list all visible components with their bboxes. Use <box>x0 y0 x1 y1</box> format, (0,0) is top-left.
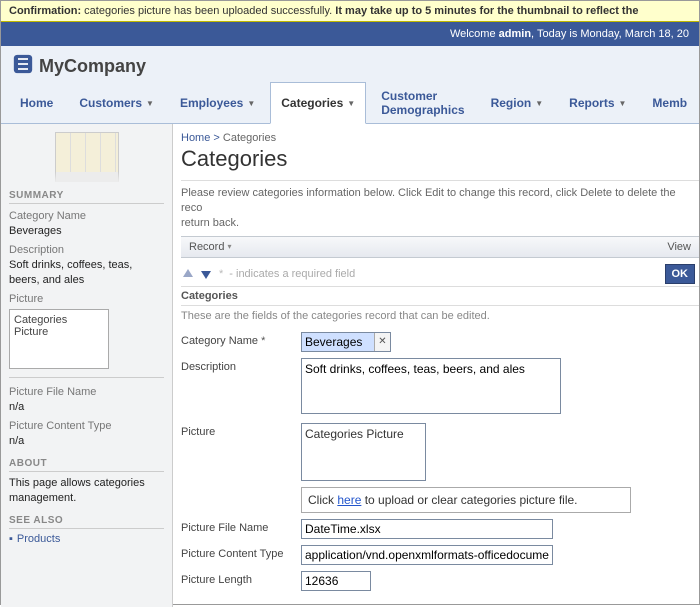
tab-home[interactable]: Home <box>9 82 64 124</box>
clear-icon[interactable]: ✕ <box>374 333 390 351</box>
form-section-desc: These are the fields of the categories r… <box>181 306 699 332</box>
seealso-products-link[interactable]: ▪ Products <box>9 533 164 545</box>
tab-customers[interactable]: Customers▼ <box>68 82 165 124</box>
chevron-down-icon: ▼ <box>619 99 627 108</box>
sidebar: SUMMARY Category Name Beverages Descript… <box>1 124 173 607</box>
confirmation-body: categories picture has been uploaded suc… <box>81 5 335 17</box>
ok-button[interactable]: OK <box>665 264 696 284</box>
chevron-down-icon: ▼ <box>146 99 154 108</box>
chevron-down-icon: ▼ <box>535 99 543 108</box>
brand-area: MyCompany <box>1 46 699 81</box>
summary-pfn-label: Picture File Name <box>9 386 164 398</box>
picture-label: Picture <box>181 423 301 438</box>
about-text: This page allows categories management. <box>9 476 164 505</box>
breadcrumb-home[interactable]: Home <box>181 132 210 144</box>
tab-region[interactable]: Region▼ <box>480 82 555 124</box>
record-toolbar: Record▾ View <box>181 236 699 258</box>
brand-name: MyCompany <box>39 56 146 77</box>
welcome-pre: Welcome <box>450 28 499 40</box>
picture-display: Categories Picture <box>301 423 426 481</box>
arrow-down-icon[interactable] <box>199 267 213 281</box>
tab-members[interactable]: Memb <box>641 82 698 124</box>
chevron-down-icon: ▾ <box>227 242 231 251</box>
tab-reports[interactable]: Reports▼ <box>558 82 637 124</box>
confirmation-bar: Confirmation: categories picture has bee… <box>1 1 699 22</box>
description-label: Description <box>181 358 301 373</box>
picture-length-input[interactable] <box>301 571 371 591</box>
tab-categories[interactable]: Categories▼ <box>270 82 366 124</box>
summary-picture-box: Categories Picture <box>9 309 109 369</box>
tab-customer-demographics[interactable]: Customer Demographics <box>370 82 475 124</box>
upload-link[interactable]: here <box>337 493 361 507</box>
summary-catname-label: Category Name <box>9 210 164 222</box>
required-hint: - indicates a required field <box>229 268 355 280</box>
main-tabs: Home Customers▼ Employees▼ Categories▼ C… <box>1 81 699 124</box>
page-title: Categories <box>181 146 699 172</box>
confirmation-emphasis: It may take up to 5 minutes for the thum… <box>335 5 638 17</box>
category-name-label: Category Name * <box>181 332 301 347</box>
summary-pct-value: n/a <box>9 434 164 448</box>
form-section-title: Categories <box>181 286 699 306</box>
upload-note: Click here to upload or clear categories… <box>301 487 631 513</box>
summary-desc-label: Description <box>9 244 164 256</box>
picture-contenttype-label: Picture Content Type <box>181 545 301 560</box>
category-thumb-icon <box>55 132 119 182</box>
tab-employees[interactable]: Employees▼ <box>169 82 266 124</box>
picture-filename-input[interactable] <box>301 519 553 539</box>
summary-picture-label: Picture <box>9 293 164 305</box>
summary-pct-label: Picture Content Type <box>9 420 164 432</box>
picture-contenttype-input[interactable] <box>301 545 553 565</box>
bullet-icon: ▪ <box>9 533 13 545</box>
about-heading: ABOUT <box>9 458 164 472</box>
arrow-up-icon[interactable] <box>181 267 195 281</box>
picture-length-label: Picture Length <box>181 571 301 586</box>
summary-heading: SUMMARY <box>9 190 164 204</box>
view-dropdown[interactable]: View <box>667 241 691 253</box>
description-textarea[interactable]: Soft drinks, coffees, teas, beers, and a… <box>301 358 561 414</box>
breadcrumb: Home > Categories <box>181 132 699 144</box>
breadcrumb-current: Categories <box>223 132 276 144</box>
summary-catname-value: Beverages <box>9 224 164 238</box>
brand-icon <box>13 54 33 79</box>
seealso-heading: SEE ALSO <box>9 515 164 529</box>
welcome-user: admin <box>499 28 531 40</box>
summary-desc-value: Soft drinks, coffees, teas, beers, and a… <box>9 258 164 287</box>
main-content: Home > Categories Categories Please revi… <box>173 124 699 607</box>
category-name-input[interactable] <box>302 333 374 351</box>
welcome-post: , Today is Monday, March 18, 20 <box>531 28 689 40</box>
confirmation-prefix: Confirmation: <box>9 5 81 17</box>
record-dropdown[interactable]: Record▾ <box>189 241 231 253</box>
picture-filename-label: Picture File Name <box>181 519 301 534</box>
chevron-down-icon: ▼ <box>247 99 255 108</box>
page-info: Please review categories information bel… <box>181 180 699 236</box>
summary-pfn-value: n/a <box>9 400 164 414</box>
chevron-down-icon: ▼ <box>347 99 355 108</box>
welcome-bar: Welcome admin, Today is Monday, March 18… <box>1 22 699 46</box>
